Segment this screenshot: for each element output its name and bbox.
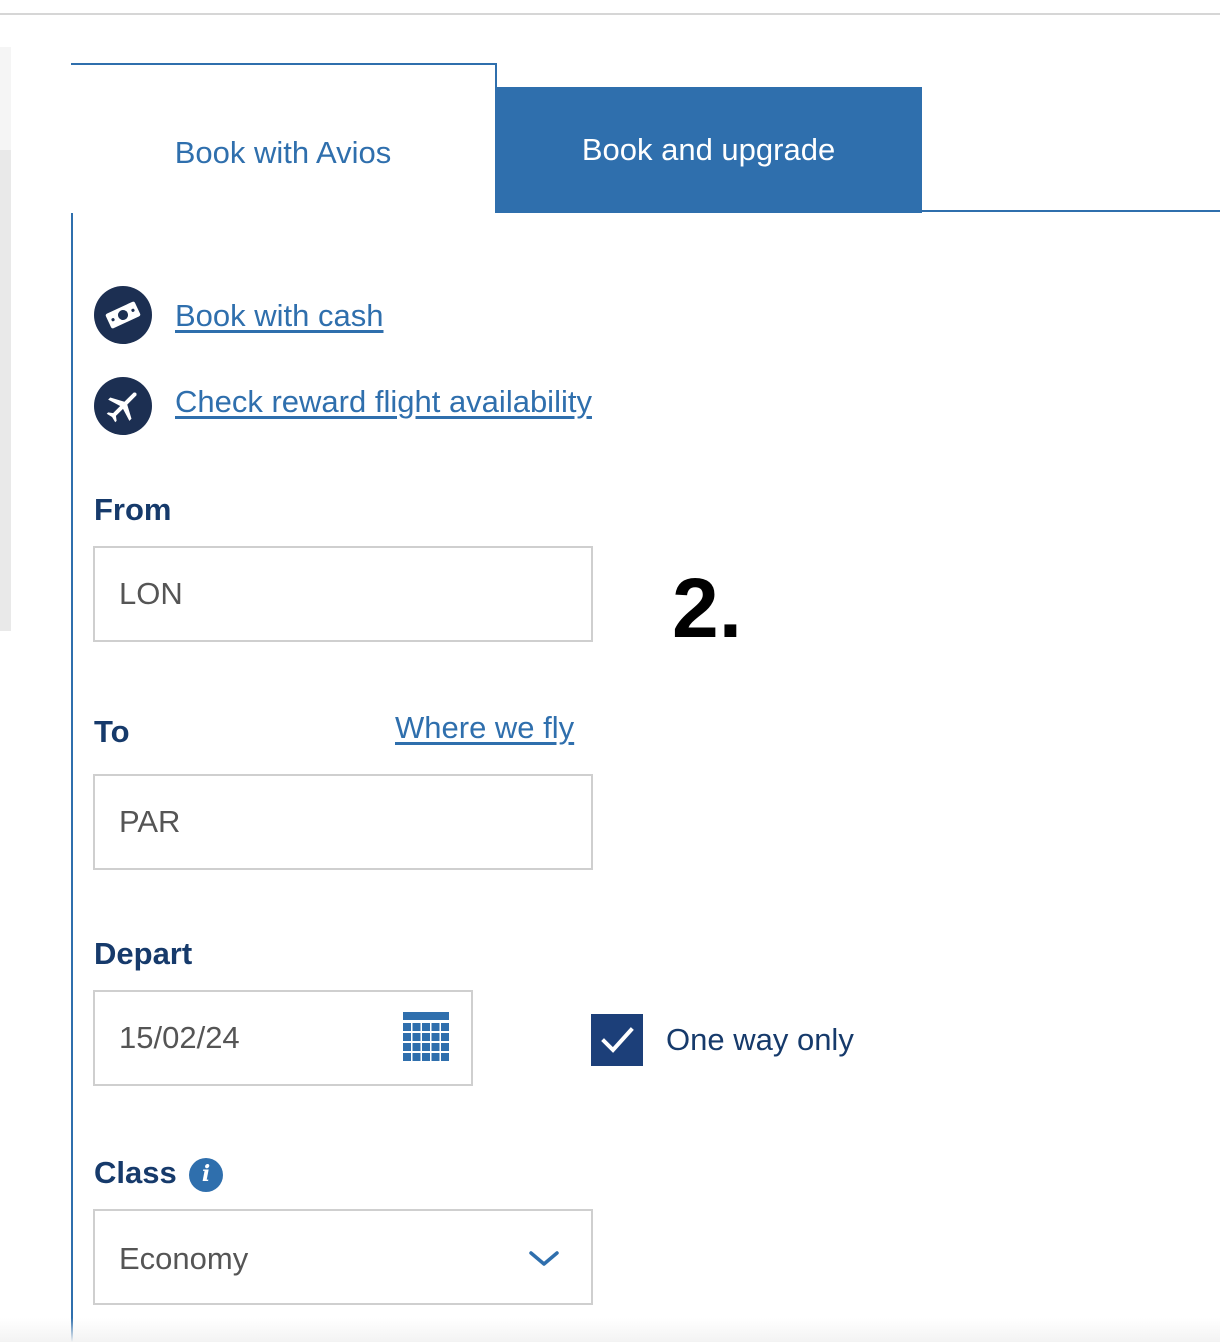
- class-select-value: Economy: [119, 1241, 249, 1276]
- step-annotation: 2.: [672, 561, 743, 655]
- from-field-box[interactable]: [93, 546, 593, 642]
- to-field-box[interactable]: [93, 774, 593, 870]
- tab-book-and-upgrade[interactable]: Book and upgrade: [495, 87, 922, 213]
- one-way-checkbox[interactable]: [591, 1014, 643, 1066]
- from-label: From: [94, 492, 172, 527]
- top-divider: [0, 13, 1220, 15]
- panel-border: [71, 63, 73, 1342]
- checkmark-icon: [601, 1027, 634, 1053]
- from-input[interactable]: [119, 548, 516, 640]
- depart-date-input[interactable]: [119, 992, 379, 1084]
- class-select[interactable]: Economy: [93, 1209, 593, 1305]
- info-glyph: i: [201, 1161, 211, 1187]
- bottom-edge-shade: [0, 1318, 1220, 1342]
- book-with-cash-link[interactable]: Book with cash: [175, 298, 384, 334]
- tab-label: Book and upgrade: [581, 132, 836, 167]
- chevron-down-icon: [529, 1251, 559, 1266]
- info-icon[interactable]: i: [189, 1158, 223, 1192]
- to-input[interactable]: [119, 776, 516, 868]
- class-label: Class: [94, 1155, 177, 1190]
- cash-icon[interactable]: [94, 286, 152, 344]
- left-edge-panel-shade: [0, 150, 11, 631]
- tab-book-with-avios[interactable]: Book with Avios: [71, 63, 497, 213]
- tab-label: Book with Avios: [174, 135, 392, 170]
- depart-field-box[interactable]: [93, 990, 473, 1086]
- check-reward-availability-link[interactable]: Check reward flight availability: [175, 384, 592, 420]
- where-we-fly-link[interactable]: Where we fly: [395, 710, 574, 746]
- calendar-icon[interactable]: [403, 1012, 449, 1062]
- left-edge-panel: [0, 47, 11, 150]
- to-label: To: [94, 714, 130, 749]
- depart-label: Depart: [94, 936, 193, 971]
- one-way-label[interactable]: One way only: [666, 1022, 854, 1058]
- tab-bar-underline: [922, 210, 1220, 212]
- plane-icon[interactable]: [94, 377, 152, 435]
